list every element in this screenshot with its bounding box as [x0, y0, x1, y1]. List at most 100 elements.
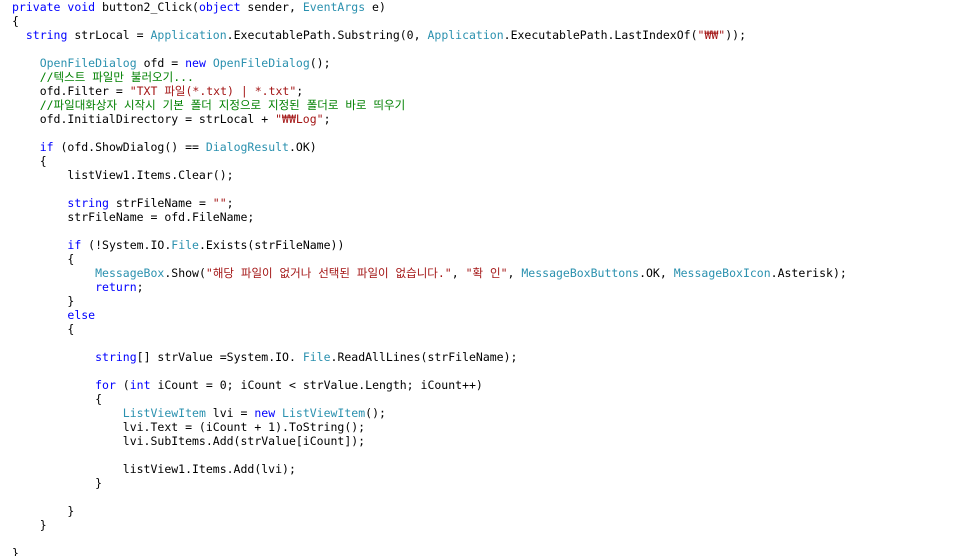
code-line[interactable]: private void button2_Click(object sender…: [12, 0, 847, 14]
code-token-type: EventArgs: [302, 0, 366, 14]
code-line[interactable]: }: [12, 476, 847, 490]
code-token-type: File: [302, 350, 331, 364]
code-line[interactable]: lvi.SubItems.Add(strValue[iCount]);: [12, 434, 847, 448]
code-token-plain: ;: [323, 112, 331, 126]
code-token-plain: lvi.Text = (iCount + 1).ToString();: [12, 420, 366, 434]
code-line[interactable]: listView1.Items.Add(lvi);: [12, 462, 847, 476]
code-line[interactable]: else: [12, 308, 847, 322]
code-token-plain: {: [12, 154, 47, 168]
code-token-keyword: else: [67, 308, 96, 322]
code-token-plain: ofd =: [136, 56, 186, 70]
code-line[interactable]: ​: [12, 532, 847, 546]
code-lines[interactable]: private void button2_Click(object sender…: [12, 0, 847, 556]
code-line[interactable]: string[] strValue =System.IO. File.ReadA…: [12, 350, 847, 364]
code-line[interactable]: string strLocal = Application.Executable…: [12, 28, 847, 42]
code-token-plain: [] strValue =System.IO.: [136, 350, 303, 364]
code-token-string: "₩₩Log": [275, 112, 324, 126]
code-line[interactable]: ​: [12, 448, 847, 462]
code-token-plain: }: [12, 546, 19, 556]
code-line[interactable]: OpenFileDialog ofd = new OpenFileDialog(…: [12, 56, 847, 70]
code-token-plain: ();: [309, 56, 331, 70]
code-token-keyword: new: [185, 56, 213, 70]
code-token-plain: button2_Click(: [102, 0, 199, 14]
code-token-keyword: private: [12, 0, 68, 14]
code-token-string: "TXT 파일(*.txt) | *.txt": [129, 84, 297, 98]
code-token-plain: ();: [365, 406, 386, 420]
code-token-plain: .Show(: [164, 266, 206, 280]
code-token-plain: {: [12, 392, 103, 406]
code-token-type: MessageBox: [95, 266, 165, 280]
code-line[interactable]: return;: [12, 280, 847, 294]
code-token-plain: e): [365, 0, 386, 14]
code-line[interactable]: if (!System.IO.File.Exists(strFileName)): [12, 238, 847, 252]
code-line[interactable]: if (ofd.ShowDialog() == DialogResult.OK): [12, 140, 847, 154]
code-token-plain: .OK): [288, 140, 317, 154]
code-token-keyword: new: [254, 406, 283, 420]
code-token-comment: //파일대화상자 시작시 기본 폴더 지정으로 지정된 폴더로 바로 띄우기: [39, 98, 406, 112]
code-token-plain: iCount = 0; iCount < strValue.Length; iC…: [157, 378, 483, 392]
code-line[interactable]: }: [12, 294, 847, 308]
code-line[interactable]: ​: [12, 490, 847, 504]
code-token-keyword: string: [95, 350, 137, 364]
code-token-plain: ,: [451, 266, 466, 280]
code-token-type: Application: [150, 28, 227, 42]
code-token-type: ListViewItem: [282, 406, 366, 420]
code-line[interactable]: ​: [12, 182, 847, 196]
code-token-string: "": [212, 196, 227, 210]
code-token-plain: strFileName = ofd.FileName;: [12, 210, 255, 224]
code-line[interactable]: {: [12, 322, 847, 336]
code-line[interactable]: ListViewItem lvi = new ListViewItem();: [12, 406, 847, 420]
code-token-keyword: for: [95, 378, 123, 392]
code-token-type: Application: [427, 28, 504, 42]
code-line[interactable]: ​: [12, 126, 847, 140]
code-token-plain: ,: [507, 266, 522, 280]
code-line[interactable]: MessageBox.Show("해당 파일이 없거나 선택된 파일이 없습니다…: [12, 266, 847, 280]
code-line[interactable]: //텍스트 파일만 불러오기...: [12, 70, 847, 84]
code-line[interactable]: ​: [12, 224, 847, 238]
code-line[interactable]: string strFileName = "";: [12, 196, 847, 210]
code-token-plain: .ExecutablePath.Substring(0,: [226, 28, 428, 42]
code-line[interactable]: listView1.Items.Clear();: [12, 168, 847, 182]
code-token-keyword: int: [129, 378, 158, 392]
code-line[interactable]: ​: [12, 364, 847, 378]
code-line[interactable]: {: [12, 14, 847, 28]
code-token-comment: //텍스트 파일만 불러오기...: [39, 70, 194, 84]
code-token-plain: {: [12, 322, 75, 336]
code-line[interactable]: }: [12, 518, 847, 532]
code-line[interactable]: ofd.Filter = "TXT 파일(*.txt) | *.txt";: [12, 84, 847, 98]
code-token-plain: .ExecutablePath.LastIndexOf(: [503, 28, 698, 42]
code-line[interactable]: //파일대화상자 시작시 기본 폴더 지정으로 지정된 폴더로 바로 띄우기: [12, 98, 847, 112]
code-token-plain: ofd.InitialDirectory = strLocal +: [12, 112, 276, 126]
code-token-plain: (!System.IO.: [88, 238, 172, 252]
code-line[interactable]: strFileName = ofd.FileName;: [12, 210, 847, 224]
code-token-plain: }: [12, 504, 75, 518]
code-token-plain: strLocal =: [74, 28, 151, 42]
code-token-plain: }: [12, 518, 47, 532]
code-line[interactable]: }: [12, 546, 847, 556]
code-line[interactable]: ​: [12, 42, 847, 56]
code-line[interactable]: }: [12, 504, 847, 518]
code-token-plain: }: [12, 476, 103, 490]
code-token-keyword: void: [67, 0, 103, 14]
code-token-plain: lvi =: [205, 406, 255, 420]
code-token-plain: .Exists(strFileName)): [198, 238, 345, 252]
code-line[interactable]: ​: [12, 336, 847, 350]
code-line[interactable]: for (int iCount = 0; iCount < strValue.L…: [12, 378, 847, 392]
code-line[interactable]: {: [12, 252, 847, 266]
code-token-plain: .OK,: [639, 266, 674, 280]
code-token-plain: ofd.Filter =: [12, 84, 130, 98]
code-token-plain: .Asterisk);: [770, 266, 847, 280]
code-line[interactable]: ofd.InitialDirectory = strLocal + "₩₩Log…: [12, 112, 847, 126]
code-token-plain: ;: [226, 196, 234, 210]
code-line[interactable]: {: [12, 154, 847, 168]
code-editor[interactable]: private void button2_Click(object sender…: [0, 0, 957, 556]
code-line[interactable]: {: [12, 392, 847, 406]
code-line[interactable]: lvi.Text = (iCount + 1).ToString();: [12, 420, 847, 434]
